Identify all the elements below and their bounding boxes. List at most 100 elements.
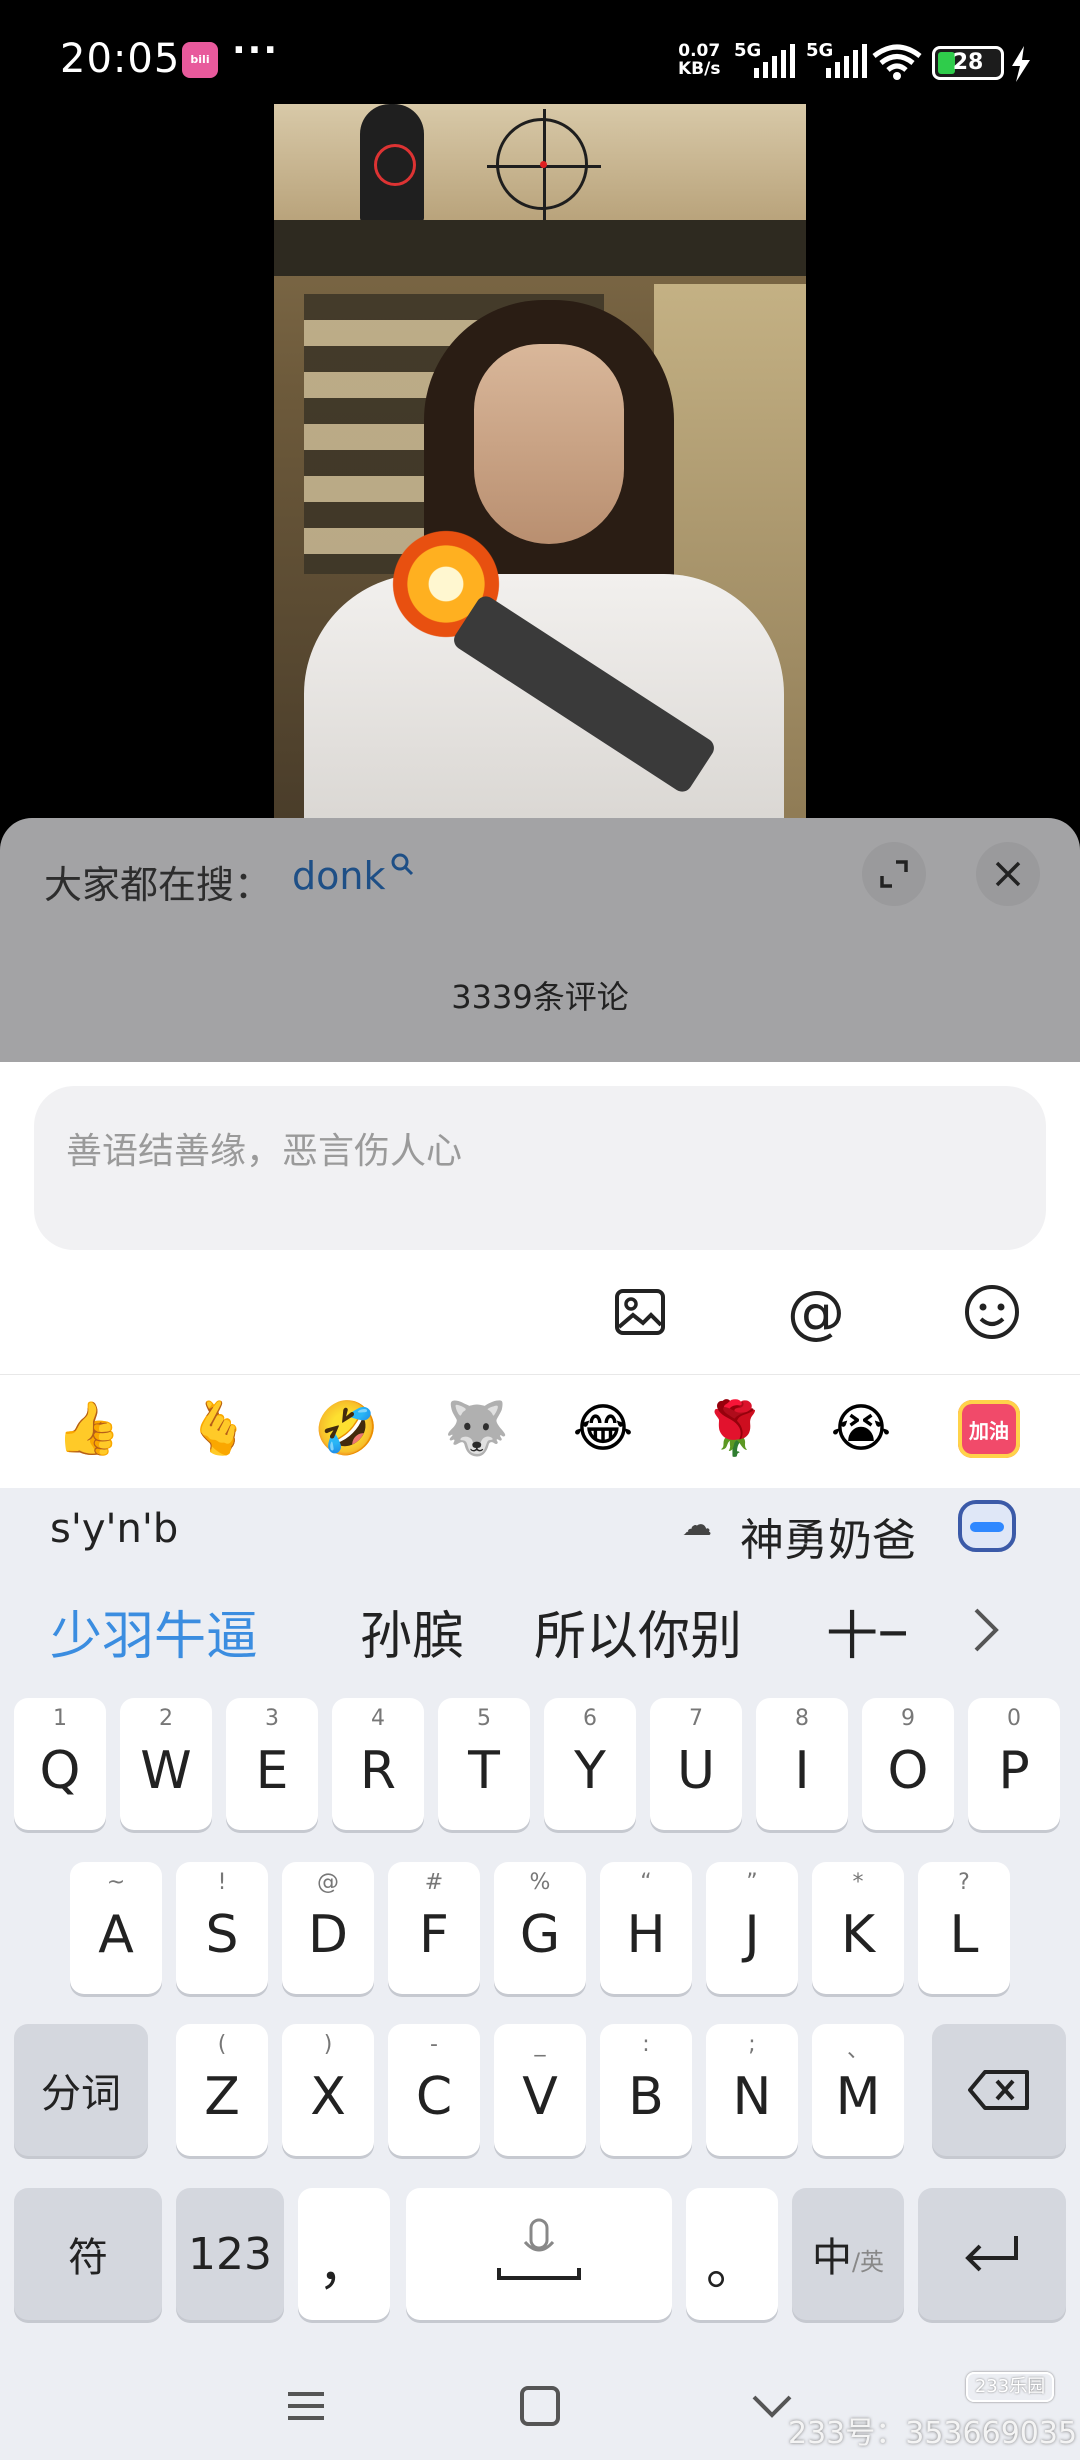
crying-emoji[interactable]: 😭: [830, 1398, 892, 1460]
language-switch-key[interactable]: 中 /英: [792, 2188, 904, 2320]
key-hint: *: [852, 1870, 864, 1895]
tears-of-joy-emoji[interactable]: 😂: [572, 1398, 634, 1460]
key-e[interactable]: 3E: [226, 1698, 318, 1830]
key-j[interactable]: ” J: [706, 1862, 798, 1994]
key-s[interactable]: ! S: [176, 1862, 268, 1994]
mention-button[interactable]: @: [786, 1278, 846, 1346]
key-x[interactable]: ) X: [282, 2024, 374, 2156]
menu-button[interactable]: [276, 2376, 336, 2436]
key-g[interactable]: % G: [494, 1862, 586, 1994]
key-label: J: [744, 1905, 760, 1965]
key-hint: 9: [901, 1706, 915, 1731]
emoji-button[interactable]: [962, 1282, 1022, 1342]
candidate-1[interactable]: 少羽牛逼: [50, 1594, 258, 1669]
thumbs-up-emoji[interactable]: 👍: [56, 1398, 121, 1460]
expand-button[interactable]: [862, 842, 926, 906]
candidate-2[interactable]: 孙膑: [360, 1594, 464, 1669]
key-label: C: [415, 2067, 453, 2127]
key-c[interactable]: -C: [388, 2024, 480, 2156]
key-hint: -: [430, 2032, 438, 2057]
key-hint: ;: [748, 2032, 756, 2057]
husky-emoji[interactable]: 🐺: [444, 1398, 509, 1460]
enter-key[interactable]: [918, 2188, 1066, 2320]
key-z[interactable]: (Z: [176, 2024, 268, 2156]
key-hint: %: [529, 1870, 551, 1895]
key-hint: ): [323, 2032, 333, 2057]
key-o[interactable]: 9O: [862, 1698, 954, 1830]
key-hint: 7: [689, 1706, 703, 1731]
key-m[interactable]: 、 M: [812, 2024, 904, 2156]
symbol-key[interactable]: 符: [14, 2188, 162, 2320]
space-key[interactable]: [406, 2188, 672, 2320]
finger-heart-emoji[interactable]: 🫰: [186, 1398, 251, 1460]
image-button[interactable]: [610, 1282, 670, 1342]
key-label: F: [419, 1905, 449, 1965]
video-player[interactable]: [274, 104, 806, 818]
search-icon[interactable]: [390, 852, 416, 878]
candidate-4[interactable]: 十一: [826, 1594, 906, 1669]
emoji-icon: [965, 1285, 1019, 1339]
key-l[interactable]: ? L: [918, 1862, 1010, 1994]
key-h[interactable]: “H: [600, 1862, 692, 1994]
key-label: X: [310, 2067, 346, 2127]
video-crosshair-dot: [540, 161, 547, 168]
bilibili-app-icon: bili: [182, 42, 218, 78]
language-main-label: 中: [811, 2235, 852, 2281]
period-key-label: 。: [705, 2236, 758, 2297]
key-a[interactable]: ~ A: [70, 1862, 162, 1994]
segment-key[interactable]: 分词: [14, 2024, 148, 2156]
key-label: U: [676, 1741, 716, 1801]
key-hint: 6: [583, 1706, 597, 1731]
backspace-key[interactable]: [932, 2024, 1066, 2156]
expand-icon: [880, 860, 908, 888]
number-key[interactable]: 123: [176, 2188, 284, 2320]
key-label: L: [949, 1905, 979, 1965]
key-hint: @: [317, 1870, 339, 1895]
image-icon: [615, 1289, 665, 1335]
key-label: B: [628, 2067, 664, 2127]
backspace-icon: [968, 2070, 1029, 2110]
key-label: R: [359, 1741, 397, 1801]
video-person-face: [474, 344, 624, 544]
key-t[interactable]: 5T: [438, 1698, 530, 1830]
key-hint: _: [534, 2032, 546, 2057]
close-icon: [995, 861, 1021, 887]
home-button[interactable]: [510, 2376, 570, 2436]
key-f[interactable]: # F: [388, 1862, 480, 1994]
comma-key[interactable]: ，: [298, 2188, 390, 2320]
enter-icon: [965, 2236, 1018, 2272]
at-icon: @: [787, 1278, 845, 1346]
cheer-emoji[interactable]: 加油: [958, 1400, 1020, 1458]
key-label: K: [840, 1905, 876, 1965]
key-hint: 5: [477, 1706, 491, 1731]
key-p[interactable]: 0P: [968, 1698, 1060, 1830]
rose-emoji[interactable]: 🌹: [702, 1398, 767, 1460]
key-n[interactable]: ; N: [706, 2024, 798, 2156]
signal-2-icon: 5G: [806, 40, 867, 80]
key-y[interactable]: 6Y: [544, 1698, 636, 1830]
key-label: Q: [39, 1741, 81, 1801]
network-speed-unit: KB/s: [678, 59, 721, 79]
key-i[interactable]: 8I: [756, 1698, 848, 1830]
key-label: E: [255, 1741, 289, 1801]
key-r[interactable]: 4R: [332, 1698, 424, 1830]
key-v[interactable]: _ V: [494, 2024, 586, 2156]
key-b[interactable]: :B: [600, 2024, 692, 2156]
key-u[interactable]: 7U: [650, 1698, 742, 1830]
cloud-candidate[interactable]: 神勇奶爸: [740, 1504, 916, 1568]
close-button[interactable]: [976, 842, 1040, 906]
rofl-emoji[interactable]: 🤣: [314, 1398, 379, 1460]
key-d[interactable]: @ D: [282, 1862, 374, 1994]
battery-level: 28: [952, 50, 984, 75]
key-k[interactable]: * K: [812, 1862, 904, 1994]
cloud-icon: ☁: [682, 1508, 712, 1543]
key-q[interactable]: 1Q: [14, 1698, 106, 1830]
search-suggestion-link[interactable]: donk: [292, 854, 385, 898]
comment-count: 3339条评论: [451, 978, 629, 1016]
assistant-robot-icon[interactable]: [958, 1500, 1016, 1552]
comment-input[interactable]: [34, 1086, 1046, 1250]
key-w[interactable]: 2W: [120, 1698, 212, 1830]
chevron-right-icon[interactable]: [968, 1604, 1004, 1656]
period-key[interactable]: 。: [686, 2188, 778, 2320]
candidate-3[interactable]: 所以你别: [534, 1594, 742, 1669]
